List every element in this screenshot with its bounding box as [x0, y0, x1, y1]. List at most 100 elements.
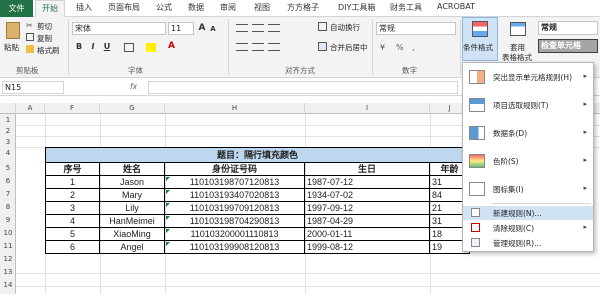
- bold-button[interactable]: B: [74, 42, 84, 51]
- table-cell[interactable]: 110103200001110813: [165, 228, 305, 241]
- currency-icon[interactable]: ¥: [380, 43, 385, 52]
- column-header-a[interactable]: A: [16, 103, 45, 114]
- copy-icon[interactable]: [26, 33, 34, 41]
- table-cell[interactable]: 110103193407020813: [165, 189, 305, 202]
- name-box[interactable]: N15: [2, 81, 64, 94]
- table-cell[interactable]: 3: [45, 202, 100, 215]
- menu-item-manage-rules[interactable]: 管理规则(R)...: [463, 236, 593, 250]
- cut-button[interactable]: 剪切: [37, 21, 52, 32]
- row-header[interactable]: 12: [0, 255, 16, 263]
- column-header-f[interactable]: F: [45, 103, 100, 114]
- align-top-icon[interactable]: [236, 24, 248, 32]
- row-header[interactable]: 2: [0, 127, 16, 135]
- tab-diy-toolbox[interactable]: DIY工具箱: [338, 2, 375, 13]
- row-header[interactable]: 11: [0, 242, 16, 250]
- tab-file[interactable]: 文件: [0, 0, 33, 17]
- menu-item-icon-sets[interactable]: 图标集(I) ▸: [463, 181, 593, 199]
- font-name-select[interactable]: 宋体: [72, 22, 166, 35]
- font-size-select[interactable]: 11: [168, 22, 194, 35]
- menu-item-clear-rules[interactable]: 清除规则(C) ▸: [463, 221, 593, 235]
- row-header[interactable]: 10: [0, 229, 16, 237]
- cut-icon[interactable]: ✂: [26, 21, 33, 30]
- underline-button[interactable]: U: [102, 42, 112, 51]
- wrap-text-icon[interactable]: [318, 22, 327, 31]
- formula-input[interactable]: [148, 81, 458, 94]
- copy-button[interactable]: 复制: [37, 33, 52, 44]
- row-header[interactable]: 4: [0, 149, 16, 157]
- table-cell[interactable]: 110103198704290813: [165, 215, 305, 228]
- row-header[interactable]: 14: [0, 281, 16, 289]
- shrink-font-button[interactable]: A: [208, 25, 218, 33]
- table-cell[interactable]: 1997-09-12: [305, 202, 430, 215]
- menu-item-color-scales[interactable]: 色阶(S) ▸: [463, 153, 593, 171]
- table-cell[interactable]: 2: [45, 189, 100, 202]
- merge-center-button[interactable]: 合并后居中: [330, 42, 368, 53]
- paste-button[interactable]: 粘贴: [4, 42, 19, 53]
- tab-acrobat[interactable]: ACROBAT: [437, 2, 475, 11]
- table-cell[interactable]: 1999-08-12: [305, 241, 430, 254]
- align-right-icon[interactable]: [268, 43, 280, 51]
- tab-fangfang[interactable]: 方方格子: [287, 2, 319, 13]
- align-left-icon[interactable]: [236, 43, 248, 51]
- header-cell[interactable]: 序号: [45, 163, 100, 176]
- column-header-g[interactable]: G: [100, 103, 165, 114]
- merge-center-icon[interactable]: [318, 42, 327, 51]
- menu-item-data-bars[interactable]: 数据条(D) ▸: [463, 125, 593, 143]
- table-cell[interactable]: 1934-07-02: [305, 189, 430, 202]
- align-bottom-icon[interactable]: [268, 24, 280, 32]
- table-cell[interactable]: 1987-07-12: [305, 176, 430, 189]
- tab-review[interactable]: 审阅: [220, 2, 236, 13]
- table-cell[interactable]: HanMeimei: [100, 215, 165, 228]
- row-header[interactable]: 9: [0, 216, 16, 224]
- tab-finance-tools[interactable]: 财务工具: [390, 2, 422, 13]
- table-cell[interactable]: 1: [45, 176, 100, 189]
- table-cell[interactable]: 1987-04-29: [305, 215, 430, 228]
- row-header[interactable]: 8: [0, 203, 16, 211]
- table-cell[interactable]: 110103199709120813: [165, 202, 305, 215]
- menu-item-new-rule[interactable]: 新建规则(N)...: [463, 206, 593, 220]
- style-normal[interactable]: 常规: [538, 21, 598, 35]
- align-middle-icon[interactable]: [252, 24, 264, 32]
- select-all-corner[interactable]: [0, 103, 16, 114]
- header-cell[interactable]: 姓名: [100, 163, 165, 176]
- style-check-cell[interactable]: 检查单元格: [538, 39, 598, 53]
- row-header[interactable]: 3: [0, 138, 16, 146]
- header-cell[interactable]: 身份证号码: [165, 163, 305, 176]
- wrap-text-button[interactable]: 自动换行: [330, 22, 360, 33]
- row-header[interactable]: 6: [0, 177, 16, 185]
- row-header[interactable]: 13: [0, 268, 16, 276]
- row-header[interactable]: 5: [0, 164, 16, 172]
- table-cell[interactable]: 2000-01-11: [305, 228, 430, 241]
- tab-page-layout[interactable]: 页面布局: [108, 2, 140, 13]
- grow-font-button[interactable]: A: [197, 23, 207, 33]
- format-as-table-icon[interactable]: [510, 22, 526, 36]
- column-header-h[interactable]: H: [165, 103, 305, 114]
- header-cell[interactable]: 生日: [305, 163, 430, 176]
- table-cell[interactable]: 110103198707120813: [165, 176, 305, 189]
- comma-icon[interactable]: ,: [412, 43, 415, 52]
- row-header[interactable]: 7: [0, 190, 16, 198]
- paste-icon[interactable]: [6, 22, 20, 39]
- fx-icon[interactable]: fx: [130, 82, 137, 91]
- column-header-i[interactable]: I: [305, 103, 430, 114]
- menu-item-top-bottom-rules[interactable]: 项目选取规则(T) ▸: [463, 97, 593, 115]
- tab-insert[interactable]: 插入: [76, 2, 92, 13]
- table-cell[interactable]: 110103199908120813: [165, 241, 305, 254]
- table-cell[interactable]: 6: [45, 241, 100, 254]
- table-cell[interactable]: 5: [45, 228, 100, 241]
- italic-button[interactable]: I: [88, 42, 98, 51]
- row-header[interactable]: 1: [0, 116, 16, 124]
- tab-view[interactable]: 视图: [254, 2, 270, 13]
- table-cell[interactable]: Mary: [100, 189, 165, 202]
- format-painter-button[interactable]: 格式刷: [37, 45, 60, 56]
- tab-formulas[interactable]: 公式: [156, 2, 172, 13]
- table-title[interactable]: 题目：隔行填充颜色: [45, 147, 470, 163]
- align-center-icon[interactable]: [252, 43, 264, 51]
- table-cell[interactable]: 4: [45, 215, 100, 228]
- percent-icon[interactable]: %: [396, 43, 404, 52]
- table-cell[interactable]: Angel: [100, 241, 165, 254]
- tab-home[interactable]: 开始: [35, 0, 65, 18]
- tab-data[interactable]: 数据: [188, 2, 204, 13]
- menu-item-highlight-cells[interactable]: 突出显示单元格规则(H) ▸: [463, 69, 593, 87]
- table-cell[interactable]: Jason: [100, 176, 165, 189]
